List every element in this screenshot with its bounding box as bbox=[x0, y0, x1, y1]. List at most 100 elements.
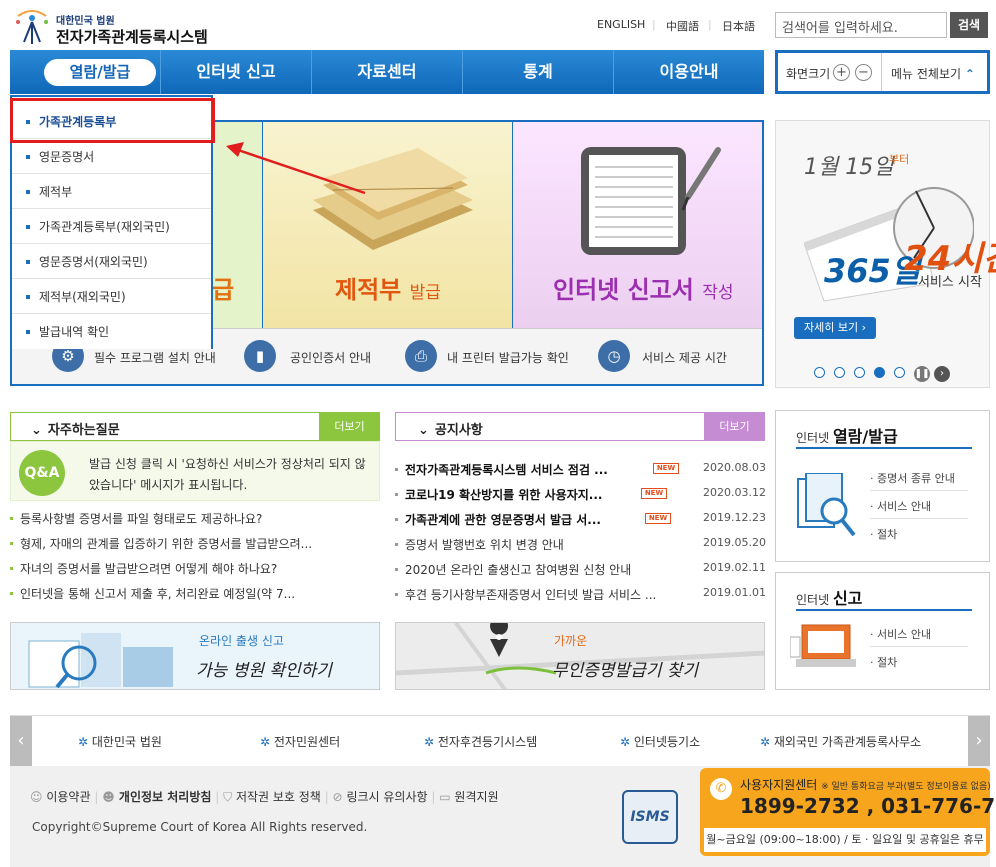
notice-item[interactable]: 코로나19 확산방지를 위한 사용자지... NEW 2020.03.12 bbox=[395, 486, 766, 511]
lang-english[interactable]: ENGLISH bbox=[597, 18, 645, 31]
dropdown-item-family-register-overseas[interactable]: 가족관계등록부(재외국민) bbox=[12, 210, 211, 244]
footer-link-label: 개인정보 처리방침 bbox=[118, 790, 212, 804]
menu-all-button[interactable]: 메뉴 전체보기 ⌃ bbox=[891, 65, 975, 82]
notice-item-title: 전자가족관계등록시스템 서비스 점검 ... bbox=[405, 463, 608, 477]
new-badge: NEW bbox=[645, 513, 671, 524]
box-link-service-guide[interactable]: · 서비스 안내 bbox=[870, 495, 968, 519]
new-badge: NEW bbox=[653, 463, 679, 474]
footer-link-link-policy[interactable]: ⊘ 링크시 유의사항 bbox=[333, 790, 428, 804]
nav-item-view-issue[interactable]: 열람/발급 bbox=[44, 59, 156, 86]
faq-featured-text: 발급 신청 클릭 시 '요청하신 서비스가 정상처리 되지 않았습니다' 메시지… bbox=[89, 457, 366, 492]
document-search-icon bbox=[797, 473, 856, 537]
prev-arrow-icon[interactable]: ‹ bbox=[10, 716, 32, 766]
nav-item-guide[interactable]: 이용안내 bbox=[614, 50, 764, 94]
family-site-label: 전자후견등기시스템 bbox=[437, 735, 538, 749]
main-nav: 열람/발급 인터넷 신고 자료센터 통계 이용안내 bbox=[10, 50, 764, 94]
next-arrow-icon[interactable]: › bbox=[968, 716, 990, 766]
support-hours: 월~금요일 (09:00~18:00) / 토 · 일요일 및 공휴일은 휴무 bbox=[704, 828, 986, 852]
internet-report-box: 인터넷 신고 · 서비스 안내 · 절차 bbox=[775, 572, 990, 690]
banner-title: 무인증명발급기 찾기 bbox=[552, 661, 699, 681]
footer-link-privacy[interactable]: ☻ 개인정보 처리방침 bbox=[102, 790, 211, 804]
faq-item[interactable]: 자녀의 증명서를 발급받으려면 어떻게 해야 하나요? bbox=[10, 560, 380, 584]
footer-link-remote-support[interactable]: ▭ 원격지원 bbox=[439, 790, 498, 804]
kiosk-finder-banner[interactable]: 가까운 무인증명발급기 찾기 bbox=[395, 622, 765, 690]
box-link-procedure[interactable]: · 절차 bbox=[870, 523, 968, 547]
notice-more-button[interactable]: 더보기 bbox=[704, 413, 765, 440]
emblem-icon: ✲ bbox=[260, 735, 271, 749]
search-button[interactable]: 검색 bbox=[950, 12, 988, 38]
banner-panel2-sub: 발급 bbox=[409, 283, 441, 303]
nav-item-statistics[interactable]: 통계 bbox=[463, 50, 613, 94]
faq-featured[interactable]: Q&A 발급 신청 클릭 시 '요청하신 서비스가 정상처리 되지 않았습니다'… bbox=[10, 441, 380, 501]
footer-link-label: 원격지원 bbox=[454, 790, 499, 804]
nav-item-internet-report[interactable]: 인터넷 신고 bbox=[161, 50, 311, 94]
next-icon[interactable]: › bbox=[934, 366, 950, 382]
family-site-overseas-office[interactable]: ✲ 재외국민 가족관계등록사무소 bbox=[760, 733, 921, 750]
dropdown-item-issue-history[interactable]: 발급내역 확인 bbox=[12, 315, 211, 349]
site-logo[interactable]: 대한민국 법원 전자가족관계등록시스템 bbox=[10, 8, 210, 48]
monitor-icon: ▭ bbox=[439, 790, 451, 804]
pause-icon[interactable]: ❚❚ bbox=[914, 366, 930, 382]
banner-subtitle: 온라인 출생 신고 bbox=[199, 634, 284, 648]
logo-title: 전자가족관계등록시스템 bbox=[56, 28, 208, 46]
zoom-in-button[interactable]: + bbox=[833, 64, 850, 81]
banner-panel1-text: 급 bbox=[212, 276, 235, 304]
user-icon: ☺ bbox=[30, 790, 43, 804]
family-site-label: 대한민국 법원 bbox=[91, 735, 162, 749]
notice-item-date: 2019.01.01 bbox=[703, 586, 766, 599]
promo-date: 1월 15일 bbox=[804, 155, 894, 180]
family-site-court[interactable]: ✲ 대한민국 법원 bbox=[78, 733, 162, 750]
slide-dot[interactable] bbox=[894, 367, 905, 378]
zoom-out-button[interactable]: − bbox=[855, 64, 872, 81]
faq-more-button[interactable]: 더보기 bbox=[319, 413, 380, 440]
family-site-e-petition[interactable]: ✲ 전자민원센터 bbox=[260, 733, 340, 750]
family-site-label: 전자민원센터 bbox=[273, 735, 341, 749]
family-site-label: 인터넷등기소 bbox=[633, 735, 701, 749]
slide-dot[interactable] bbox=[834, 367, 845, 378]
footer-link-copyright[interactable]: ⛉ 저작권 보호 정책 bbox=[223, 790, 321, 804]
slide-dot[interactable] bbox=[814, 367, 825, 378]
banner-panel3-sub: 작성 bbox=[702, 283, 734, 303]
banner-panel-internet-report[interactable]: 인터넷 신고서 작성 bbox=[513, 122, 762, 328]
notice-item[interactable]: 증명서 발행번호 위치 변경 안내 2019.05.20 bbox=[395, 536, 766, 561]
promo-more-button[interactable]: 자세히 보기 › bbox=[794, 317, 876, 339]
footer-links: ☺ 이용약관 | ☻ 개인정보 처리방침 | ⛉ 저작권 보호 정책 | ⊘ 링… bbox=[30, 788, 499, 805]
dropdown-item-removed-register-overseas[interactable]: 제적부(재외국민) bbox=[12, 280, 211, 314]
lang-japanese[interactable]: 日本語 bbox=[722, 18, 755, 34]
birth-report-hospital-banner[interactable]: 온라인 출생 신고 가능 병원 확인하기 bbox=[10, 622, 380, 690]
slide-dot-active[interactable] bbox=[874, 367, 885, 378]
notice-item[interactable]: 후견 등기사항부존재증명서 인터넷 발급 서비스 ... 2019.01.01 bbox=[395, 586, 766, 611]
dropdown-item-english-cert[interactable]: 영문증명서 bbox=[12, 140, 211, 174]
notice-item[interactable]: 2020년 온라인 출생신고 참여병원 신청 안내 2019.02.11 bbox=[395, 561, 766, 586]
lang-chinese[interactable]: 中國語 bbox=[666, 18, 699, 34]
footer-link-terms[interactable]: ☺ 이용약관 bbox=[30, 790, 91, 804]
family-site-guardianship[interactable]: ✲ 전자후견등기시스템 bbox=[424, 733, 537, 750]
nav-item-data-center[interactable]: 자료센터 bbox=[312, 50, 462, 94]
dropdown-item-removed-register[interactable]: 제적부 bbox=[12, 175, 211, 209]
slide-dot[interactable] bbox=[854, 367, 865, 378]
dropdown-item-english-cert-overseas[interactable]: 영문증명서(재외국민) bbox=[12, 245, 211, 279]
box-title-main: 신고 bbox=[832, 589, 863, 608]
box-link-cert-types[interactable]: · 증명서 종류 안내 bbox=[870, 467, 968, 491]
box-link-procedure[interactable]: · 절차 bbox=[870, 651, 968, 675]
banner-panel2-title: 제적부 발급 bbox=[335, 270, 441, 305]
family-site-internet-registry[interactable]: ✲ 인터넷등기소 bbox=[620, 733, 700, 750]
notice-item-date: 2019.02.11 bbox=[703, 561, 766, 574]
isms-badge: ISMS bbox=[622, 790, 678, 844]
faq-item[interactable]: 인터넷을 통해 신고서 제출 후, 처리완료 예정일(약 7... bbox=[10, 585, 380, 609]
family-sites-bar: ‹ › ✲ 대한민국 법원 ✲ 전자민원센터 ✲ 전자후견등기시스템 ✲ 인터넷… bbox=[10, 716, 990, 766]
menu-all-label: 메뉴 전체보기 bbox=[891, 67, 962, 81]
new-badge: NEW bbox=[641, 488, 667, 499]
emblem-icon: ✲ bbox=[760, 735, 771, 749]
usb-icon: ▮ bbox=[244, 340, 276, 372]
notice-item-title: 코로나19 확산방지를 위한 사용자지... bbox=[405, 488, 603, 502]
notice-item[interactable]: 전자가족관계등록시스템 서비스 점검 ... NEW 2020.08.03 bbox=[395, 461, 766, 486]
box-link-service-guide[interactable]: · 서비스 안내 bbox=[870, 623, 968, 647]
faq-item[interactable]: 등록사항별 증명서를 파일 형태로도 제공하나요? bbox=[10, 510, 380, 534]
faq-item[interactable]: 형제, 자매의 관계를 입증하기 위한 증명서를 발급받으려... bbox=[10, 535, 380, 559]
faq-header: ⌄ 자주하는질문 더보기 bbox=[10, 412, 380, 441]
search-input[interactable]: 검색어를 입력하세요. bbox=[775, 12, 947, 38]
notice-item[interactable]: 가족관계에 관한 영문증명서 발급 서... NEW 2019.12.23 bbox=[395, 511, 766, 536]
quick-link-label: 필수 프로그램 설치 안내 bbox=[94, 351, 216, 365]
printer-icon: ⎙ bbox=[405, 340, 437, 372]
